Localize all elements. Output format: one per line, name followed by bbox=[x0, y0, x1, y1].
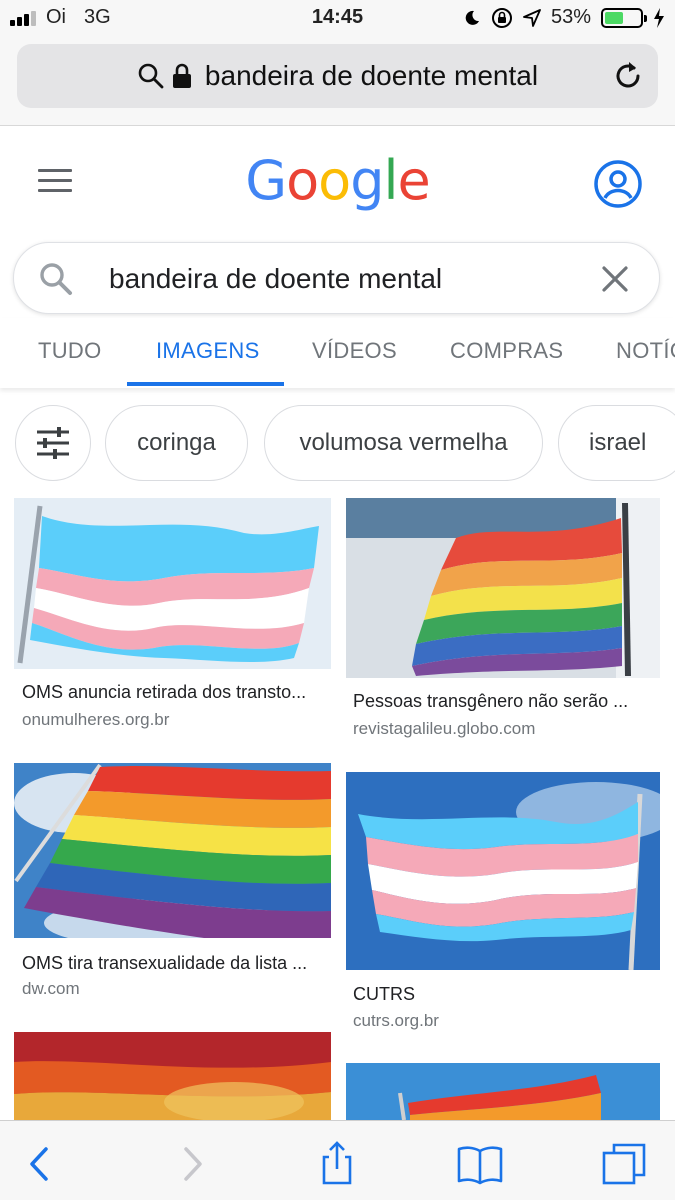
result-title[interactable]: OMS anuncia retirada dos transto... bbox=[22, 682, 306, 703]
status-right: 53% bbox=[463, 6, 665, 29]
result-source[interactable]: dw.com bbox=[22, 979, 80, 999]
logo-letter: e bbox=[397, 149, 431, 212]
charging-bolt-icon bbox=[654, 7, 664, 28]
result-title[interactable]: OMS tira transexualidade da lista ... bbox=[22, 953, 307, 974]
search-query[interactable]: bandeira de doente mental bbox=[109, 263, 442, 295]
logo-letter: l bbox=[383, 149, 398, 212]
trans-flag-image[interactable] bbox=[346, 772, 660, 970]
url-text: bandeira de doente mental bbox=[204, 60, 539, 91]
battery-icon bbox=[601, 7, 647, 28]
rainbow-flag-image[interactable] bbox=[14, 1032, 331, 1120]
logo-letter: o bbox=[318, 149, 351, 212]
image-result[interactable]: CUTRS cutrs.org.br bbox=[346, 772, 660, 1032]
result-title[interactable]: Pessoas transgênero não serão ... bbox=[353, 691, 628, 712]
reload-icon[interactable] bbox=[610, 58, 646, 94]
image-result[interactable]: OMS tira transexualidade da lista ... dw… bbox=[14, 763, 331, 1003]
result-title[interactable]: CUTRS bbox=[353, 984, 415, 1005]
logo-letter: o bbox=[286, 149, 319, 212]
rotation-lock-icon bbox=[491, 7, 512, 28]
tab-all[interactable]: TUDO bbox=[38, 338, 102, 364]
rainbow-flag-image[interactable] bbox=[14, 763, 331, 938]
refinement-chips: coringa volumosa vermelha israel bbox=[0, 405, 675, 481]
search-box[interactable]: bandeira de doente mental bbox=[13, 242, 660, 314]
image-result[interactable]: Pessoas transgênero não serão ... revist… bbox=[346, 498, 660, 748]
search-tabs: TUDO IMAGENS VÍDEOS COMPRAS NOTÍC bbox=[0, 318, 675, 388]
lock-icon bbox=[172, 63, 191, 88]
tab-news[interactable]: NOTÍC bbox=[616, 338, 675, 364]
logo-letter: g bbox=[350, 149, 384, 212]
tab-videos[interactable]: VÍDEOS bbox=[312, 338, 397, 364]
account-icon[interactable] bbox=[593, 159, 643, 209]
tune-icon bbox=[37, 427, 69, 459]
battery-percent: 53% bbox=[550, 6, 591, 28]
image-result[interactable] bbox=[14, 1032, 331, 1120]
google-logo[interactable]: Google bbox=[0, 149, 675, 212]
url-field[interactable]: bandeira de doente mental bbox=[17, 44, 658, 108]
trans-flag-image[interactable] bbox=[14, 498, 331, 669]
search-icon bbox=[40, 263, 72, 295]
result-source[interactable]: revistagalileu.globo.com bbox=[353, 719, 535, 739]
status-bar: Oi 3G 14:45 53% bbox=[0, 0, 675, 38]
forward-icon[interactable] bbox=[166, 1139, 216, 1189]
battery-fill bbox=[605, 11, 624, 24]
google-header: Google bbox=[0, 127, 675, 237]
browser-address-bar: bandeira de doente mental bbox=[0, 38, 675, 126]
image-result[interactable] bbox=[346, 1063, 660, 1120]
share-icon[interactable] bbox=[312, 1139, 362, 1189]
tab-images[interactable]: IMAGENS bbox=[156, 338, 260, 364]
result-source[interactable]: onumulheres.org.br bbox=[22, 710, 169, 730]
browser-toolbar bbox=[0, 1120, 675, 1200]
result-source[interactable]: cutrs.org.br bbox=[353, 1011, 439, 1031]
tabs-icon[interactable] bbox=[600, 1139, 650, 1189]
tab-shopping[interactable]: COMPRAS bbox=[450, 338, 563, 364]
do-not-disturb-icon bbox=[465, 10, 479, 25]
active-tab-indicator bbox=[127, 382, 284, 386]
chip-coringa[interactable]: coringa bbox=[105, 405, 248, 481]
rainbow-flag-image[interactable] bbox=[346, 498, 660, 678]
clear-icon[interactable] bbox=[601, 265, 629, 293]
bookmarks-icon[interactable] bbox=[455, 1139, 505, 1189]
rainbow-flag-image[interactable] bbox=[346, 1063, 660, 1120]
filter-button[interactable] bbox=[15, 405, 91, 481]
logo-letter: G bbox=[245, 149, 287, 212]
chip-israel[interactable]: israel bbox=[558, 405, 675, 481]
location-icon bbox=[523, 8, 541, 27]
chip-volumosa-vermelha[interactable]: volumosa vermelha bbox=[264, 405, 543, 481]
search-icon bbox=[138, 63, 164, 89]
back-icon[interactable] bbox=[16, 1139, 66, 1189]
image-result[interactable]: OMS anuncia retirada dos transto... onum… bbox=[14, 498, 331, 738]
screen: Oi 3G 14:45 53% bandeira de doente menta… bbox=[0, 0, 675, 1200]
